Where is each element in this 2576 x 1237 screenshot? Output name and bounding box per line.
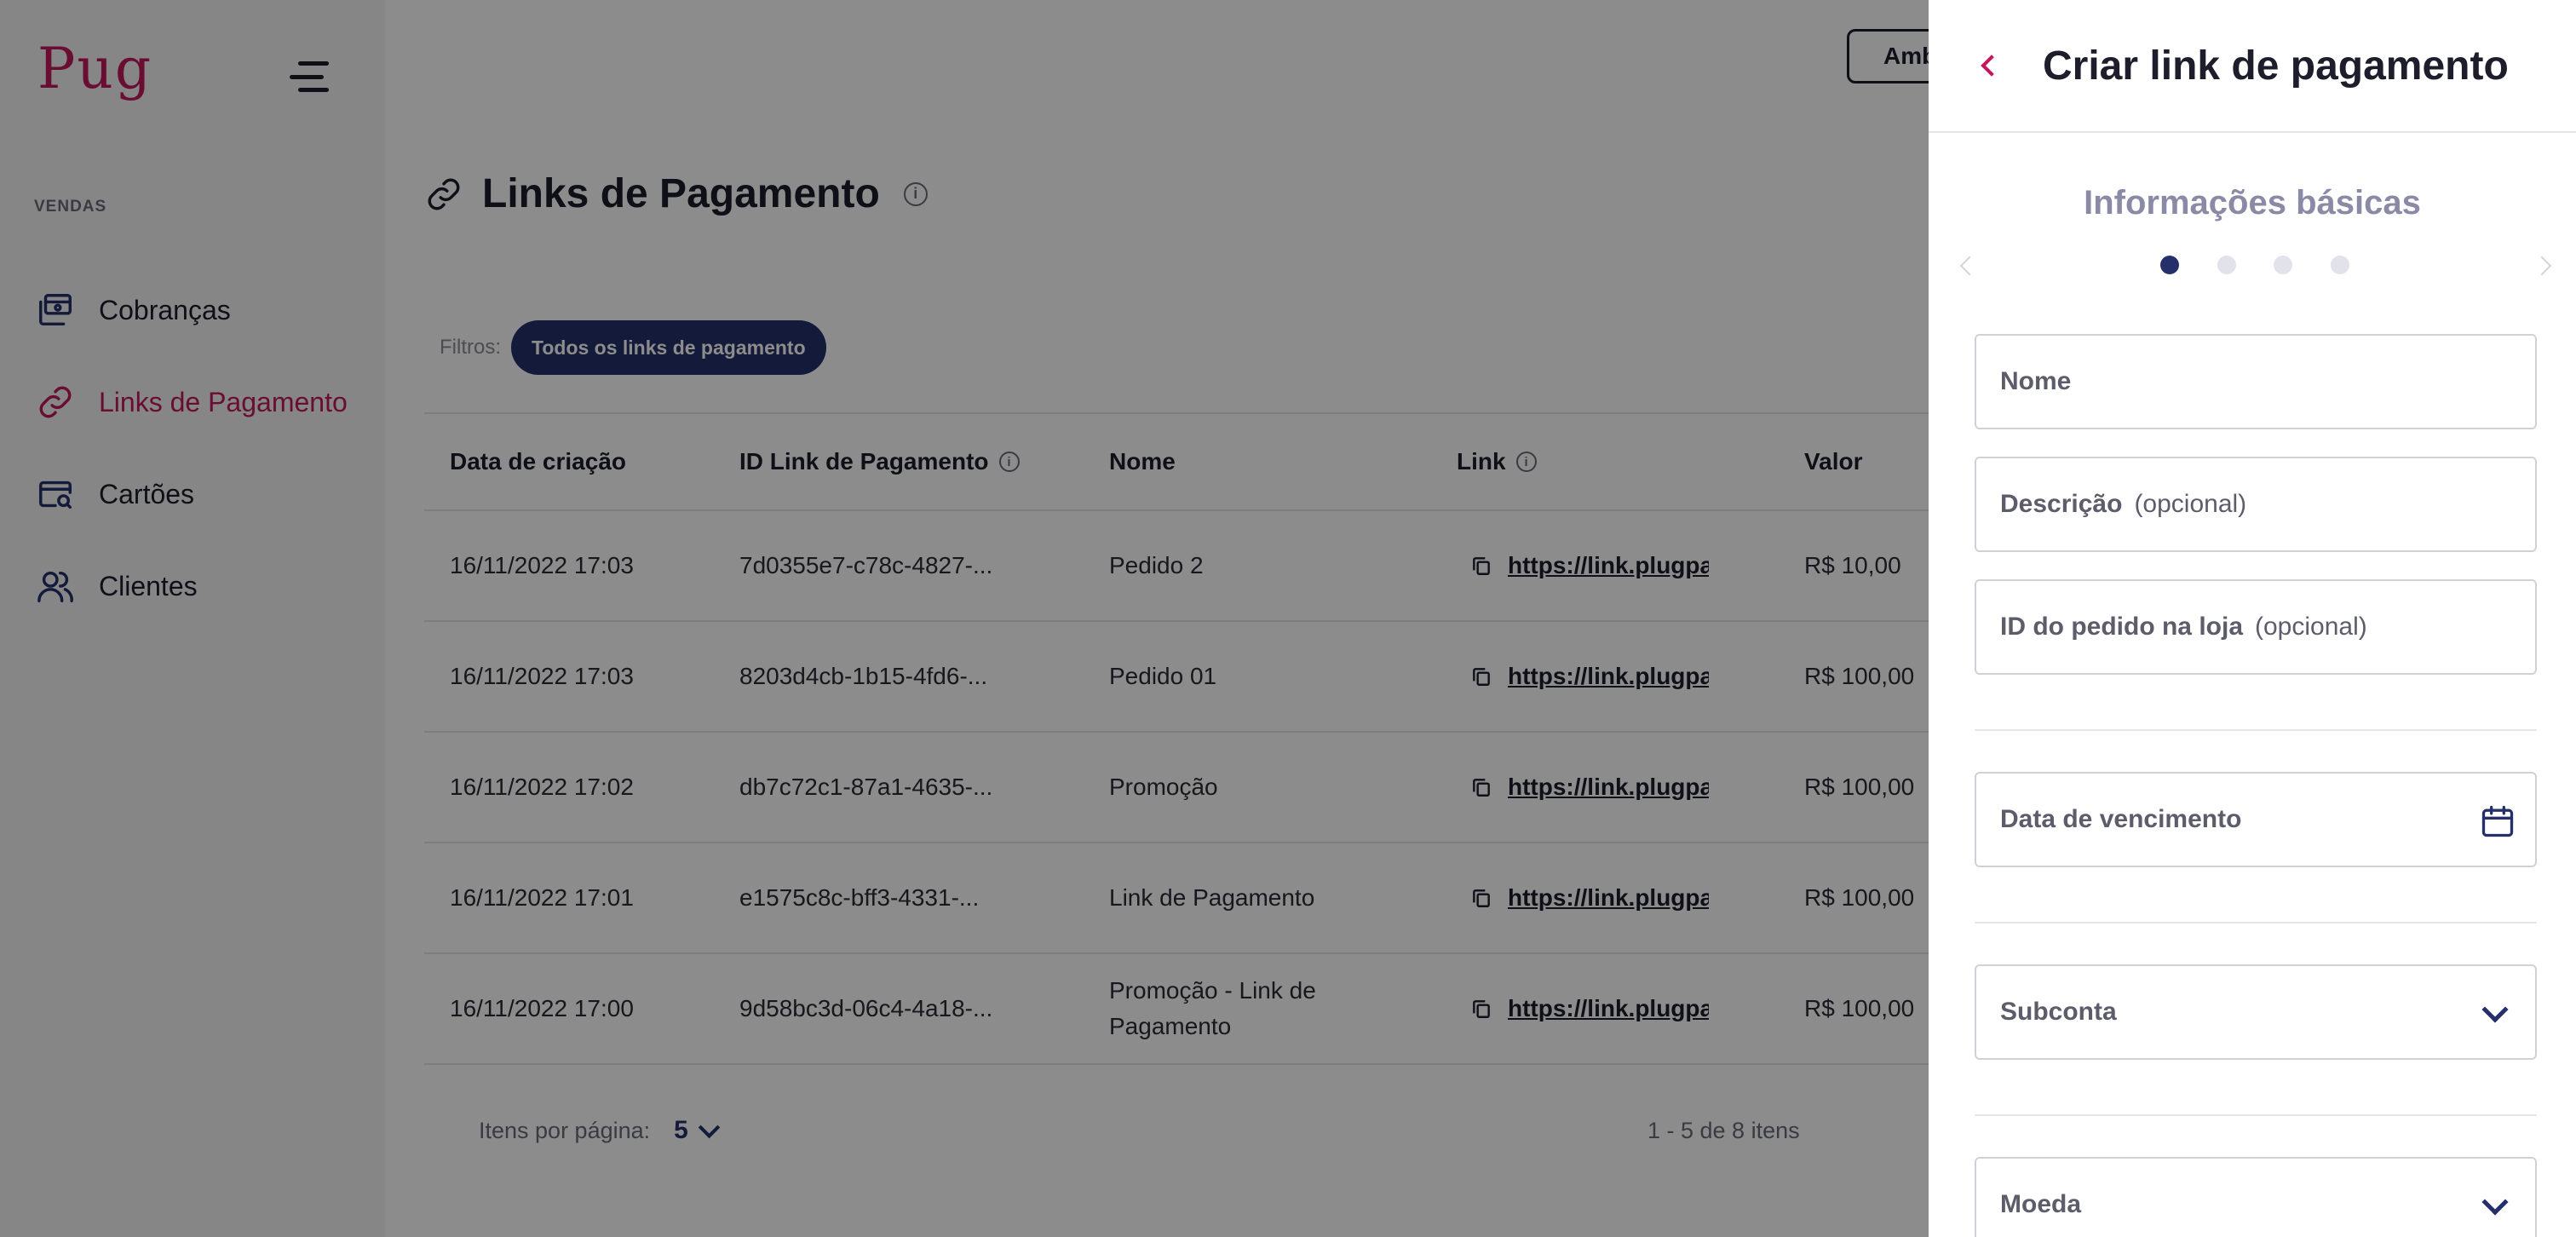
- chevron-left-icon: [1981, 55, 2003, 77]
- description-field[interactable]: Descrição (opcional): [1975, 457, 2537, 552]
- chevron-down-icon: [2481, 1188, 2509, 1216]
- field-label: Subconta: [2000, 998, 2117, 1026]
- due-date-field[interactable]: Data de vencimento: [1975, 772, 2537, 867]
- optional-label: (opcional): [2134, 490, 2247, 518]
- create-payment-link-drawer: Criar link de pagamento Informações bási…: [1929, 0, 2576, 1237]
- optional-label: (opcional): [2255, 613, 2367, 641]
- order-id-field[interactable]: ID do pedido na loja (opcional): [1975, 579, 2537, 675]
- subaccount-select[interactable]: Subconta: [1975, 964, 2537, 1060]
- field-label: Descrição: [2000, 490, 2123, 518]
- field-label: Nome: [2000, 367, 2072, 395]
- chevron-left-icon[interactable]: [1959, 256, 1980, 276]
- stepper: [1929, 252, 2576, 279]
- step-title: Informações básicas: [2084, 184, 2421, 222]
- field-label: Data de vencimento: [2000, 805, 2242, 833]
- name-field[interactable]: Nome: [1975, 334, 2537, 429]
- step-dot-1[interactable]: [2160, 256, 2179, 274]
- step-dot-4[interactable]: [2331, 256, 2349, 274]
- chevron-right-icon[interactable]: [2532, 256, 2552, 276]
- currency-select[interactable]: Moeda: [1975, 1157, 2537, 1237]
- field-label: ID do pedido na loja: [2000, 613, 2243, 641]
- drawer-title: Criar link de pagamento: [2043, 43, 2509, 89]
- field-label: Moeda: [2000, 1190, 2082, 1218]
- chevron-down-icon: [2481, 996, 2509, 1023]
- step-dot-2[interactable]: [2217, 256, 2236, 274]
- drawer-header: Criar link de pagamento: [1929, 0, 2576, 133]
- divider: [1975, 729, 2537, 731]
- calendar-icon[interactable]: [2479, 803, 2516, 840]
- back-button[interactable]: [1966, 40, 2017, 91]
- divider: [1975, 1114, 2537, 1116]
- divider: [1975, 922, 2537, 923]
- step-dot-3[interactable]: [2274, 256, 2292, 274]
- modal-backdrop[interactable]: [0, 0, 1929, 1237]
